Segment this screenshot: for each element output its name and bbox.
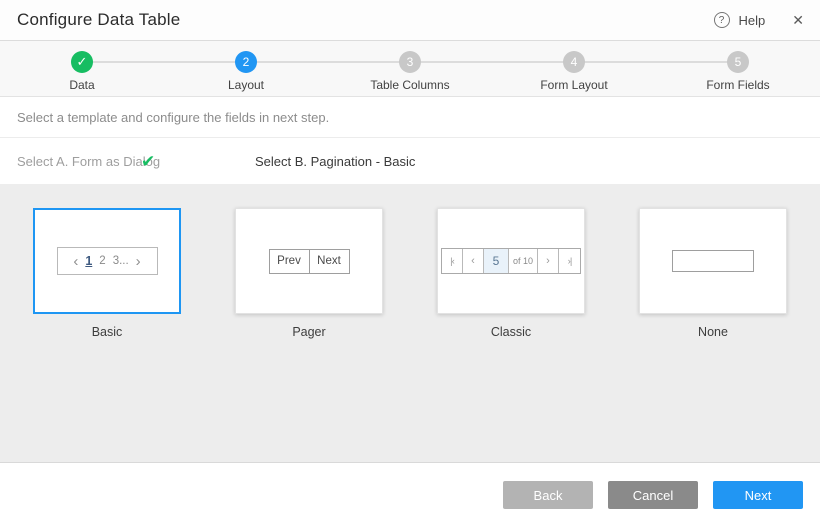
template-label-none: None [698,325,728,339]
configure-data-table-dialog: Configure Data Table ? Help ✕ ✓ Data 2 L… [0,0,820,518]
step-table-columns[interactable]: 3 Table Columns [328,41,492,96]
page-3-ellipsis: 3... [113,255,129,267]
next-chevron-icon: › [136,254,141,269]
header-actions: ? Help ✕ [714,12,804,28]
step-number: 4 [563,51,585,73]
step-label: Form Fields [706,78,769,92]
dialog-header: Configure Data Table ? Help ✕ [0,0,820,41]
template-label-classic: Classic [491,325,531,339]
step-number: 5 [727,51,749,73]
page-2: 2 [99,255,105,267]
check-icon: ✔ [141,153,155,170]
empty-pagination-preview [672,250,754,272]
prev-chevron-icon: ‹ [73,254,78,269]
step-label: Form Layout [540,78,607,92]
first-page-icon: |‹ [442,249,463,273]
step-layout[interactable]: 2 Layout [164,41,328,96]
template-label-basic: Basic [92,325,123,339]
template-none: None [639,208,787,339]
template-classic: |‹ ‹ 5 of 10 › ›| Classic [437,208,585,339]
help-icon[interactable]: ? [714,12,730,28]
next-button[interactable]: Next [713,481,803,509]
step-label: Layout [228,78,264,92]
wizard-stepper: ✓ Data 2 Layout 3 Table Columns 4 Form L… [0,41,820,97]
next-button-preview: Next [309,249,350,274]
step-form-layout[interactable]: 4 Form Layout [492,41,656,96]
dialog-footer: Back Cancel Next [0,463,820,518]
step-form-fields[interactable]: 5 Form Fields [656,41,820,96]
prev-chevron-icon: ‹ [463,249,484,273]
step-complete-check-icon: ✓ [71,51,93,73]
selection-summary-bar: Select A. Form as Dialog ✔ Select B. Pag… [0,138,820,184]
template-card-classic[interactable]: |‹ ‹ 5 of 10 › ›| [437,208,585,314]
select-a-form-as-dialog[interactable]: Select A. Form as Dialog [17,154,160,169]
close-icon[interactable]: ✕ [792,13,804,27]
select-b-pagination-basic[interactable]: Select B. Pagination - Basic [255,154,415,169]
template-pager: Prev Next Pager [235,208,383,339]
pagination-pager-preview: Prev Next [269,249,350,274]
page-1-current: 1 [85,254,92,268]
template-card-basic[interactable]: ‹ 1 2 3... › [33,208,181,314]
cancel-button[interactable]: Cancel [608,481,698,509]
step-number: 3 [399,51,421,73]
current-page-cell: 5 [484,249,509,273]
next-chevron-icon: › [538,249,559,273]
template-card-none[interactable] [639,208,787,314]
prev-button-preview: Prev [269,249,310,274]
back-button[interactable]: Back [503,481,593,509]
help-button[interactable]: Help [739,13,766,28]
template-gallery: ‹ 1 2 3... › Basic Prev Next Pager [0,184,820,463]
last-page-icon: ›| [559,249,580,273]
template-basic: ‹ 1 2 3... › Basic [33,208,181,339]
pagination-classic-preview: |‹ ‹ 5 of 10 › ›| [441,248,581,274]
instruction-text: Select a template and configure the fiel… [0,97,820,138]
step-label: Table Columns [370,78,449,92]
step-data[interactable]: ✓ Data [0,41,164,96]
step-label: Data [69,78,94,92]
template-card-pager[interactable]: Prev Next [235,208,383,314]
page-title: Configure Data Table [17,10,180,30]
page-count-cell: of 10 [509,249,538,273]
template-label-pager: Pager [292,325,325,339]
pagination-basic-preview: ‹ 1 2 3... › [57,247,158,275]
step-number: 2 [235,51,257,73]
